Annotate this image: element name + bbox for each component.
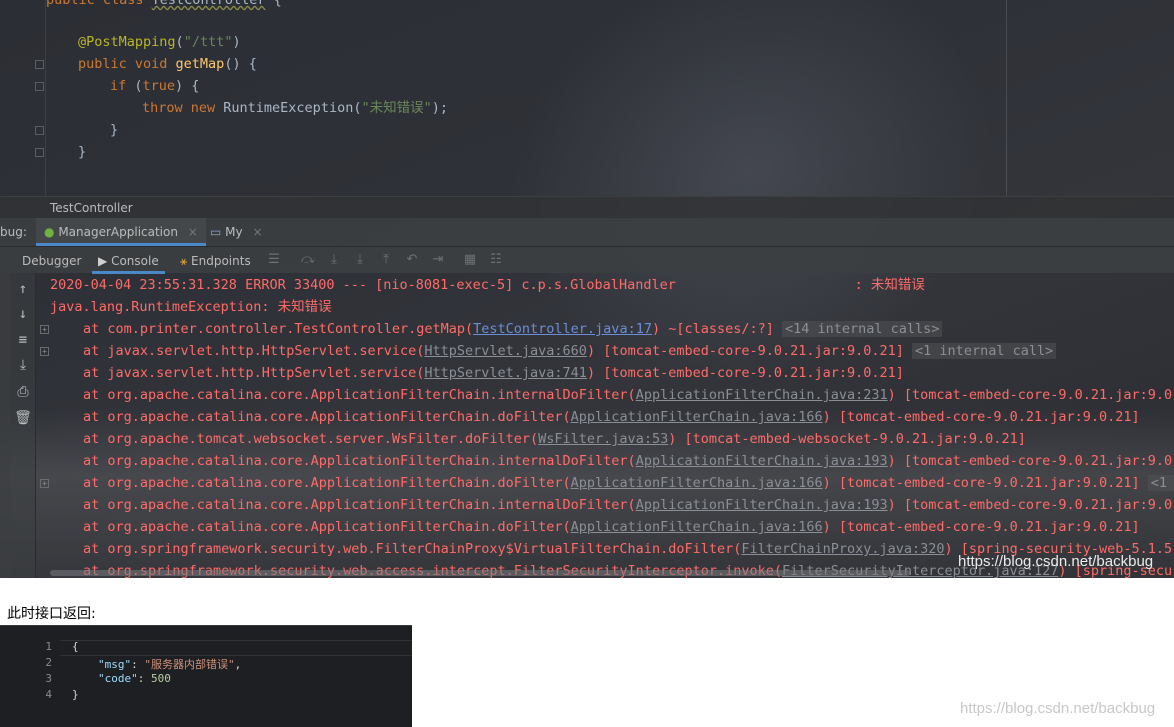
- trace-icon[interactable]: ☷: [488, 252, 504, 268]
- code-line-throw: throw new RuntimeException("未知错误");: [142, 100, 448, 116]
- json-msg-line: "msg": "服务器内部错误",: [98, 658, 242, 671]
- code-line-class: public class TestController {: [46, 0, 282, 8]
- drop-frame-icon[interactable]: ↶: [404, 252, 420, 268]
- source-link[interactable]: ApplicationFilterChain.java:166: [571, 475, 823, 491]
- spring-run-icon: ●: [44, 225, 55, 239]
- expand-icon[interactable]: +: [40, 479, 49, 488]
- tab-label: Debugger: [22, 254, 82, 268]
- console-toolbar: ↑ ↓ ≡ ⤓ ⎙ 🗑: [10, 273, 36, 578]
- editor-gutter: [0, 0, 46, 196]
- expand-icon[interactable]: +: [40, 347, 49, 356]
- code-editor[interactable]: public class TestController { @PostMappi…: [0, 0, 1174, 196]
- internal-calls-hint[interactable]: <1 internal call>: [912, 343, 1057, 359]
- menu-icon[interactable]: ☰: [266, 252, 282, 268]
- close-icon[interactable]: ×: [188, 225, 198, 239]
- tab-endpoints[interactable]: ⚹ Endpoints: [174, 247, 257, 274]
- debug-tab-bar: bug: ● ManagerApplication × ▭ My ×: [0, 218, 1174, 246]
- source-link[interactable]: FilterChainProxy.java:320: [741, 541, 944, 557]
- line-number: 4: [45, 688, 52, 701]
- stack-frame-line: at org.apache.catalina.core.ApplicationF…: [83, 497, 1174, 513]
- line-number: 2: [45, 656, 52, 669]
- watermark: https://blog.csdn.net/backbug: [960, 700, 1156, 717]
- log-header-line: 2020-04-04 23:55:31.328 ERROR 33400 --- …: [50, 277, 925, 293]
- breadcrumb[interactable]: TestController: [0, 196, 1174, 218]
- tab-label: Endpoints: [191, 254, 251, 268]
- print-icon[interactable]: ⎙: [14, 383, 32, 401]
- ide-screenshot: public class TestController { @PostMappi…: [0, 0, 1174, 578]
- line-number: 1: [45, 640, 52, 653]
- tab-label: ManagerApplication: [58, 225, 178, 239]
- soft-wrap-icon[interactable]: ≡: [14, 331, 32, 349]
- fold-marker-icon[interactable]: [35, 126, 44, 135]
- stack-frame-line: at com.printer.controller.TestController…: [83, 318, 943, 340]
- console-icon: ▶: [98, 254, 108, 268]
- step-out-icon[interactable]: ⤒: [378, 252, 394, 268]
- tab-console[interactable]: ▶ Console: [92, 247, 165, 274]
- internal-calls-hint[interactable]: <1 int: [1147, 475, 1174, 491]
- json-open-brace: {: [72, 640, 79, 653]
- evaluate-icon[interactable]: ▦: [462, 252, 478, 268]
- source-link[interactable]: HttpServlet.java:660: [424, 343, 587, 359]
- code-line-annotation: @PostMapping("/ttt"): [78, 34, 241, 50]
- down-arrow-icon[interactable]: ↓: [14, 305, 32, 323]
- horizontal-scrollbar[interactable]: [50, 570, 910, 576]
- source-link[interactable]: HttpServlet.java:741: [424, 365, 587, 381]
- run-to-cursor-icon[interactable]: ⇥: [430, 252, 446, 268]
- force-step-into-icon[interactable]: ⤓: [352, 252, 368, 268]
- current-line-highlight: [60, 640, 412, 656]
- fold-marker-icon[interactable]: [35, 148, 44, 157]
- source-link[interactable]: ApplicationFilterChain.java:166: [571, 519, 823, 535]
- stack-frame-line: at org.apache.catalina.core.ApplicationF…: [83, 519, 1140, 535]
- source-link[interactable]: WsFilter.java:53: [538, 431, 668, 447]
- step-into-icon[interactable]: ⤓: [326, 252, 342, 268]
- fold-marker-icon[interactable]: [35, 60, 44, 69]
- tab-my[interactable]: ▭ My ×: [202, 218, 271, 246]
- left-tool-strip: [0, 273, 10, 578]
- close-icon[interactable]: ×: [252, 225, 262, 239]
- tab-label: Console: [111, 254, 159, 268]
- scroll-to-end-icon[interactable]: ⤓: [14, 356, 32, 374]
- stack-frame-line: at javax.servlet.http.HttpServlet.servic…: [83, 365, 904, 381]
- trash-icon[interactable]: 🗑: [14, 409, 32, 427]
- step-over-icon[interactable]: ⤼: [300, 252, 316, 268]
- tab-debugger[interactable]: Debugger: [16, 247, 87, 274]
- source-link[interactable]: ApplicationFilterChain.java:231: [636, 387, 888, 403]
- stack-frame-line: at org.apache.catalina.core.ApplicationF…: [83, 409, 1140, 425]
- stack-frame-line: at org.apache.tomcat.websocket.server.Ws…: [83, 431, 1026, 447]
- source-link[interactable]: TestController.java:17: [473, 321, 652, 337]
- stack-frame-line: at org.apache.catalina.core.ApplicationF…: [83, 472, 1174, 494]
- code-line-method: public void getMap() {: [78, 56, 257, 72]
- watermark: https://blog.csdn.net/backbug: [958, 553, 1154, 570]
- line-number: 3: [45, 672, 52, 685]
- stack-frame-line: at org.apache.catalina.core.ApplicationF…: [83, 453, 1174, 469]
- exception-line: java.lang.RuntimeException: 未知错误: [50, 299, 332, 315]
- right-margin-guide: [1006, 0, 1007, 196]
- up-arrow-icon[interactable]: ↑: [14, 280, 32, 298]
- window-icon: ▭: [210, 225, 222, 239]
- source-link[interactable]: ApplicationFilterChain.java:166: [571, 409, 823, 425]
- stack-frame-line: at javax.servlet.http.HttpServlet.servic…: [83, 340, 1057, 362]
- json-response-view: 1 2 3 4 { "msg": "服务器内部错误", "code": 500 …: [0, 625, 412, 727]
- endpoints-icon: ⚹: [180, 254, 188, 268]
- code-line-close-if: }: [110, 122, 119, 138]
- json-close-brace: }: [72, 688, 79, 701]
- tab-label: My: [225, 225, 243, 239]
- caption-text: 此时接口返回:: [7, 606, 96, 622]
- code-line-if: if (true) {: [110, 78, 200, 94]
- line-number-gutter: 1 2 3 4: [0, 626, 60, 727]
- console-output[interactable]: 2020-04-04 23:55:31.328 ERROR 33400 --- …: [36, 273, 1174, 578]
- source-link[interactable]: ApplicationFilterChain.java:193: [636, 453, 888, 469]
- debug-label: bug:: [0, 225, 27, 239]
- json-code-line: "code": 500: [98, 672, 171, 685]
- internal-calls-hint[interactable]: <14 internal calls>: [782, 321, 943, 337]
- fold-marker-icon[interactable]: [35, 82, 44, 91]
- debug-subtab-bar: Debugger ▶ Console ⚹ Endpoints ☰ ⤼ ⤓ ⤓ ⤒…: [0, 246, 1174, 274]
- stack-frame-line: at org.apache.catalina.core.ApplicationF…: [83, 387, 1174, 403]
- expand-icon[interactable]: +: [40, 325, 49, 334]
- code-line-close-method: }: [78, 144, 87, 160]
- source-link[interactable]: ApplicationFilterChain.java:193: [636, 497, 888, 513]
- tab-manager-application[interactable]: ● ManagerApplication ×: [36, 218, 206, 246]
